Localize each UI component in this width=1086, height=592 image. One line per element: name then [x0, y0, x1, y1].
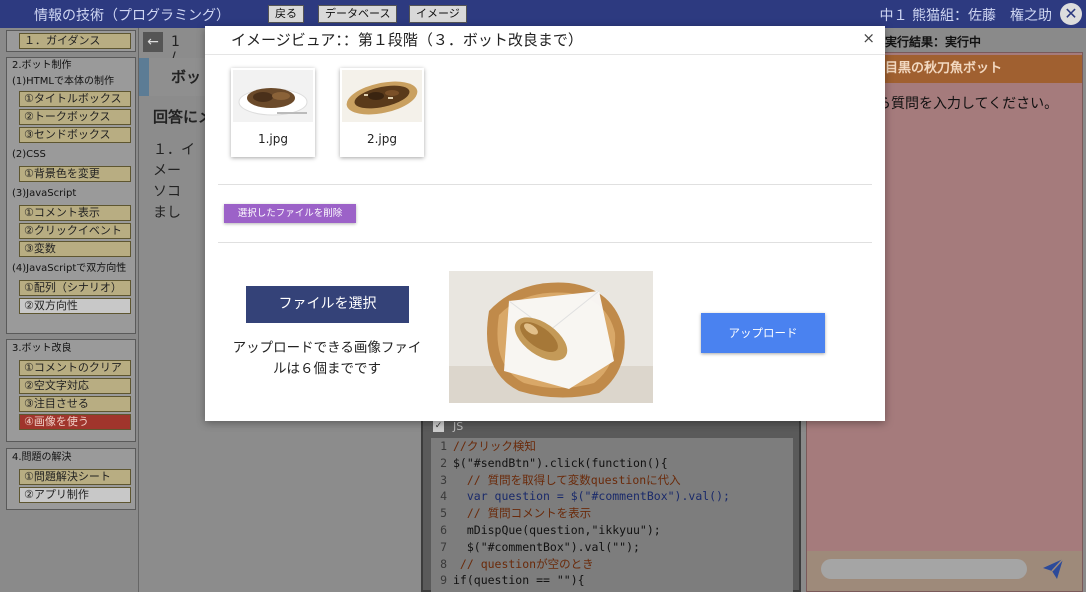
comment-input[interactable] [821, 559, 1027, 579]
code-text: if(question == ""){ [453, 573, 585, 588]
modal-title: イメージビュア：：第１段階（３．ボット改良まで） [231, 31, 583, 49]
code-line: 8 // questionが空のとき [431, 556, 793, 573]
line-number: 1 [440, 439, 447, 453]
answer-heading: 回答にメ [153, 108, 214, 126]
sidebar-item-problem-sheet[interactable]: ①問題解決シート [19, 469, 131, 485]
sub-title-html: (1)HTMLで本体の制作 [12, 76, 114, 87]
image-viewer-modal: イメージビュア：：第１段階（３．ボット改良まで） × 1.jpg 2.jpg 選… [205, 26, 885, 421]
close-icon[interactable]: ✕ [1060, 3, 1082, 25]
upload-limit-note: アップロードできる画像ファイルは６個までです [232, 340, 422, 377]
sub-title-two-way: (4)JavaScriptで双方向性 [12, 263, 127, 274]
database-button[interactable]: データベース [318, 5, 398, 23]
code-text: mDispQue(question,"ikkyuu"); [453, 522, 661, 537]
back-button[interactable]: 戻る [268, 5, 304, 23]
sidebar-item-use-image[interactable]: ④画像を使う [19, 414, 131, 430]
group-title: 3.ボット改良 [12, 343, 72, 354]
code-line: 3 // 質問を取得して変数questionに代入 [431, 472, 793, 489]
chat-input-area [807, 551, 1082, 591]
code-text: $("#sendBtn").click(function(){ [453, 455, 668, 470]
line-number: 2 [440, 455, 447, 470]
close-icon[interactable]: × [862, 29, 875, 47]
code-text: //クリック検知 [453, 439, 536, 453]
sidebar-item-variable[interactable]: ③変数 [19, 241, 131, 257]
app-title: 情報の技術（プログラミング） [34, 8, 230, 24]
line-number: 3 [440, 472, 447, 487]
checkbox-icon[interactable]: ✓ [433, 421, 444, 432]
arrow-left-icon[interactable]: ← [143, 32, 163, 52]
sidebar-group-improve: 3.ボット改良 ①コメントのクリア ②空文字対応 ③注目させる ④画像を使う [6, 339, 136, 442]
thumbnail-name: 1.jpg [257, 132, 289, 146]
code-line: 5 // 質問コメントを表示 [431, 505, 793, 522]
image-button[interactable]: イメージ [409, 5, 467, 23]
sidebar-item-app[interactable]: ②アプリ制作 [19, 487, 131, 503]
sidebar-item-bg-color[interactable]: ①背景色を変更 [19, 166, 131, 182]
upload-button[interactable]: アップロード [701, 313, 825, 353]
sidebar: １．ガイダンス 2.ボット制作 (1)HTMLで本体の制作 ①タイトルボックス … [0, 28, 138, 592]
code-line: 4 var question = $("#commentBox").val(); [431, 488, 793, 505]
sidebar-group-bot: 2.ボット制作 (1)HTMLで本体の制作 ①タイトルボックス ②トークボックス… [6, 57, 136, 334]
code-line: 6 mDispQue(question,"ikkyuu"); [431, 522, 793, 539]
sidebar-item-guidance[interactable]: １．ガイダンス [19, 33, 131, 49]
user-name: 中１ 熊猫組：佐藤 権之助 [879, 8, 1052, 24]
run-status: 実行結果：実行中 [885, 35, 982, 49]
line-number: 9 [440, 573, 447, 588]
sidebar-item-empty[interactable]: ②空文字対応 [19, 378, 131, 394]
sidebar-item-title-box[interactable]: ①タイトルボックス [19, 91, 131, 107]
paper-plane-icon[interactable] [1041, 557, 1065, 581]
group-title: 4.問題の解決 [12, 452, 72, 463]
line-number: 4 [440, 489, 447, 504]
code-editor[interactable]: 1 //クリック検知 2 $("#sendBtn").click(function()… [431, 438, 793, 592]
question-text: １．イメー ソコ まし [153, 142, 195, 221]
sub-title-js: (3)JavaScript [12, 188, 77, 199]
line-number: 7 [440, 539, 447, 554]
choose-file-button[interactable]: ファイルを選択 [246, 286, 409, 323]
divider [218, 242, 872, 243]
sidebar-item-talk-box[interactable]: ②トークボックス [19, 109, 131, 125]
code-text: var question = $("#commentBox").val(); [453, 489, 730, 504]
sub-title-css: (2)CSS [12, 149, 46, 160]
divider [218, 184, 872, 185]
code-text: $("#commentBox").val(""); [453, 539, 640, 554]
line-number: 5 [440, 506, 447, 521]
code-line: 9 if(question == ""){ [431, 572, 793, 589]
group-title: 2.ボット制作 [12, 60, 72, 71]
line-number: 6 [440, 522, 447, 537]
code-line: 1 //クリック検知 [431, 438, 793, 455]
sidebar-item-clear[interactable]: ①コメントのクリア [19, 360, 131, 376]
code-panel: ✓ JS 1 //クリック検知 2 $("#sendBtn").click(funct… [421, 418, 801, 592]
code-line: 7 $("#commentBox").val(""); [431, 539, 793, 556]
divider [205, 54, 885, 55]
sidebar-item-send-box[interactable]: ③センドボックス [19, 127, 131, 143]
thumbnail-name: 2.jpg [366, 132, 398, 146]
image-preview [449, 271, 653, 403]
thumbnail-card[interactable]: 1.jpg [231, 68, 315, 157]
code-label: JS [453, 420, 464, 433]
sidebar-item-attention[interactable]: ③注目させる [19, 396, 131, 412]
sidebar-item-two-way[interactable]: ②双方向性 [19, 298, 131, 314]
thumbnail-card[interactable]: 2.jpg [340, 68, 424, 157]
sidebar-item-comment[interactable]: ①コメント表示 [19, 205, 131, 221]
code-text: // questionが空のとき [453, 556, 594, 571]
code-text: // 質問を取得して変数questionに代入 [453, 472, 681, 487]
code-text: // 質問コメントを表示 [453, 506, 592, 521]
sidebar-item-click-event[interactable]: ②クリックイベント [19, 223, 131, 239]
line-number: 8 [440, 556, 447, 571]
code-header: ✓ JS [423, 420, 799, 434]
thumbnail-image[interactable] [342, 70, 422, 122]
thumbnail-image[interactable] [233, 70, 313, 122]
code-line: 2 $("#sendBtn").click(function(){ [431, 455, 793, 472]
top-bar: 情報の技術（プログラミング） 戻る データベース イメージ 中１ 熊猫組：佐藤 … [0, 0, 1086, 28]
delete-selected-button[interactable]: 選択したファイルを削除 [224, 204, 356, 223]
sidebar-group-problem: 4.問題の解決 ①問題解決シート ②アプリ制作 [6, 448, 136, 510]
chat-message: ら質問を入力してください。 [877, 96, 1059, 112]
sidebar-item-array[interactable]: ①配列（シナリオ） [19, 280, 131, 296]
sidebar-group-guidance: １．ガイダンス [6, 30, 136, 52]
